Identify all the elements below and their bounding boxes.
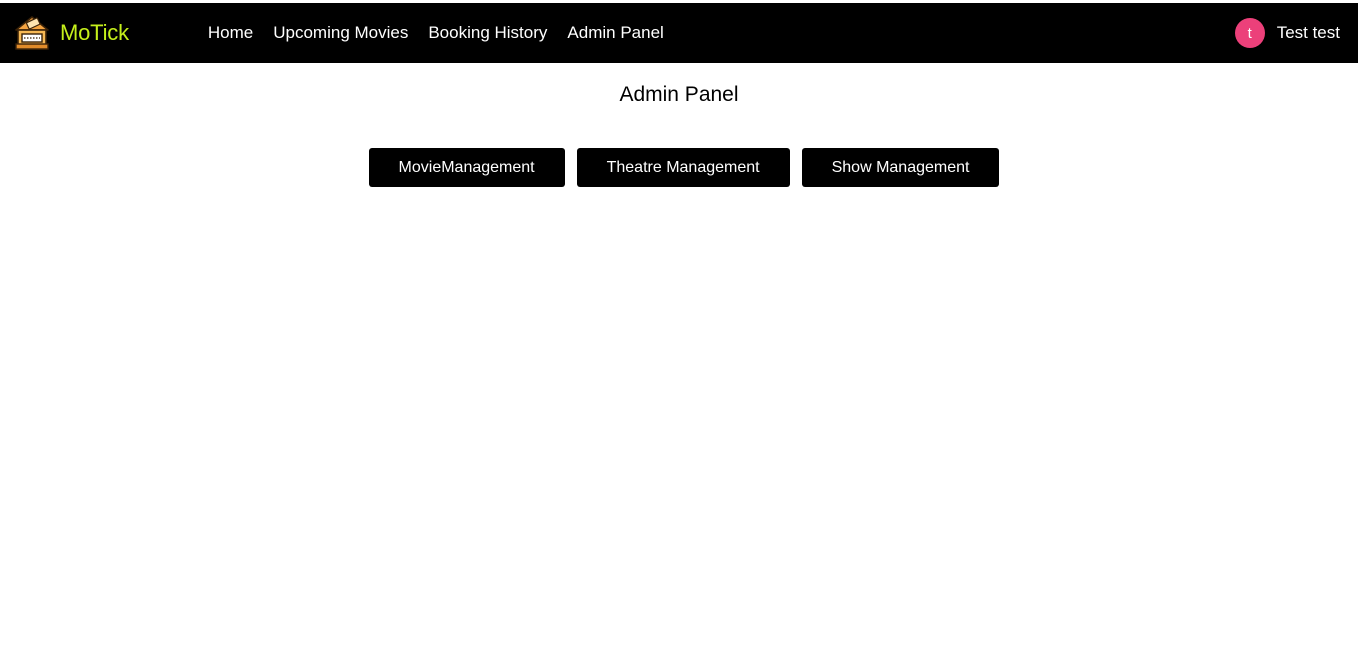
main-navigation: Home Upcoming Movies Booking History Adm… [208, 23, 684, 43]
nav-upcoming-movies[interactable]: Upcoming Movies [273, 23, 408, 43]
user-menu[interactable]: t Test test [1234, 3, 1340, 63]
page-title: Admin Panel [619, 83, 739, 106]
ticket-booth-icon [15, 16, 49, 50]
admin-actions: MovieManagement Theatre Management Show … [0, 148, 1358, 187]
main-content: Admin Panel MovieManagement Theatre Mana… [0, 82, 1358, 187]
navbar: MoTick Home Upcoming Movies Booking Hist… [0, 3, 1358, 63]
theatre-management-button[interactable]: Theatre Management [576, 148, 790, 187]
brand-link[interactable]: MoTick [12, 13, 129, 53]
brand-name: MoTick [60, 20, 129, 45]
avatar[interactable]: t [1234, 18, 1265, 48]
show-management-button[interactable]: Show Management [801, 148, 1000, 187]
user-name[interactable]: Test test [1277, 23, 1340, 43]
nav-admin-panel[interactable]: Admin Panel [567, 23, 663, 43]
nav-home[interactable]: Home [208, 23, 253, 43]
movie-management-button[interactable]: MovieManagement [368, 148, 565, 187]
nav-booking-history[interactable]: Booking History [428, 23, 547, 43]
